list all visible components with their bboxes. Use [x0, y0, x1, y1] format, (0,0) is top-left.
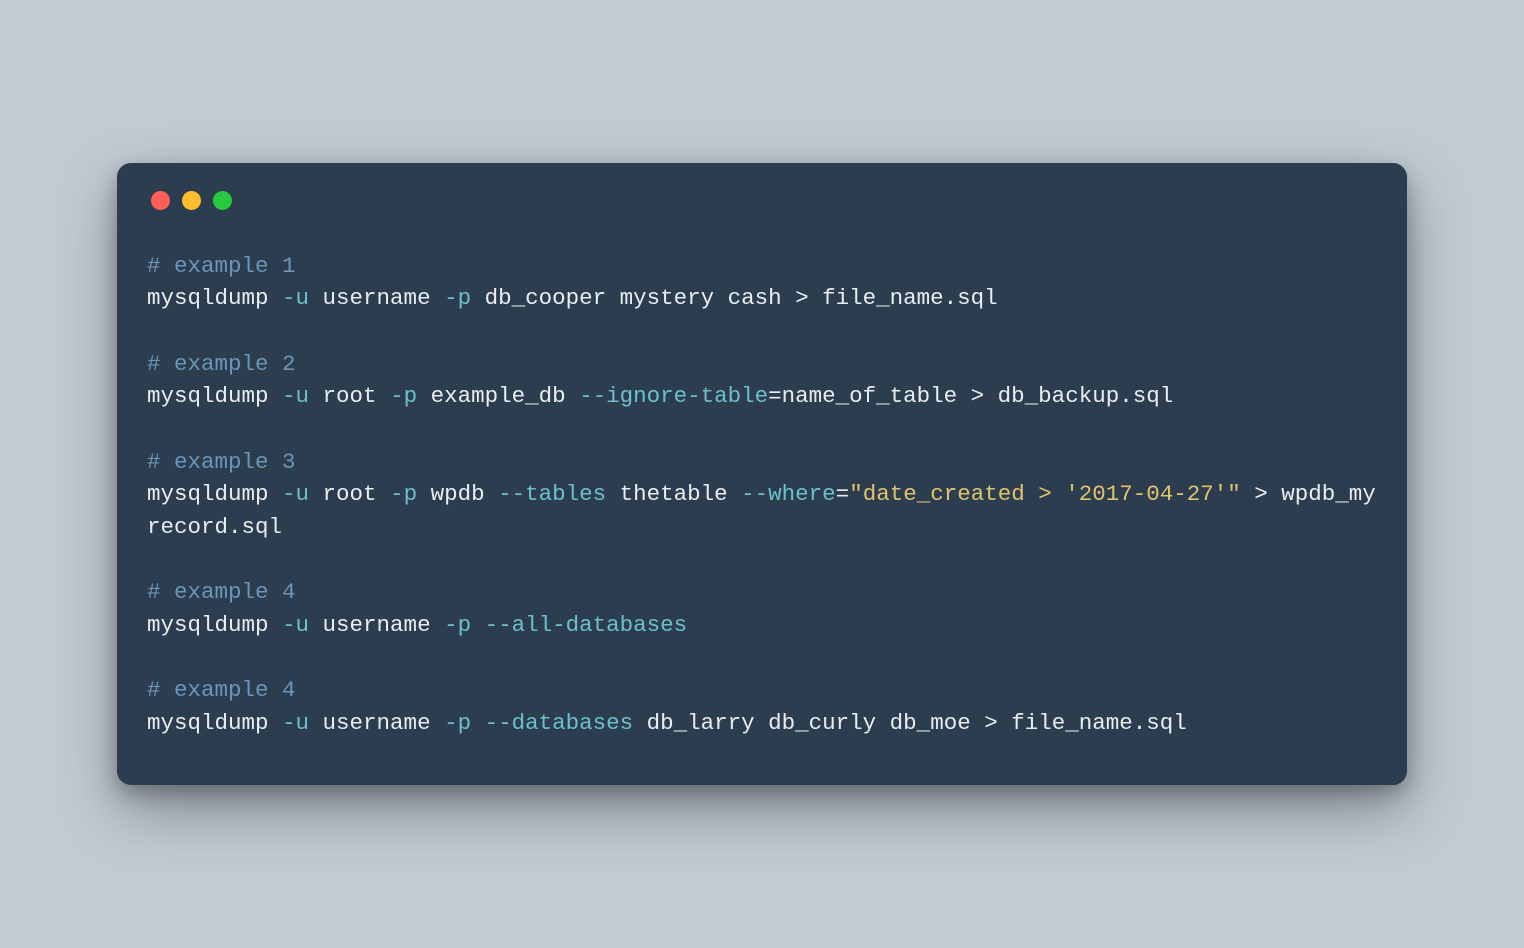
code-line: mysqldump -u root -p wpdb --tables theta… — [147, 478, 1377, 543]
code-line: mysqldump -u username -p --databases db_… — [147, 707, 1377, 740]
code-token: -p — [390, 481, 417, 507]
code-token: -p — [444, 285, 471, 311]
code-token: username — [309, 285, 444, 311]
code-token: --tables — [498, 481, 606, 507]
code-token: username — [309, 710, 444, 736]
code-token: -u — [282, 285, 309, 311]
code-token: =name_of_table > db_backup.sql — [768, 383, 1173, 409]
code-token: -p — [390, 383, 417, 409]
code-line: mysqldump -u username -p db_cooper myste… — [147, 282, 1377, 315]
code-token: --databases — [485, 710, 634, 736]
code-token: mysqldump — [147, 285, 282, 311]
code-token: db_cooper mystery cash > file_name.sql — [471, 285, 998, 311]
code-token — [471, 710, 485, 736]
code-token: -u — [282, 612, 309, 638]
code-token: --all-databases — [485, 612, 688, 638]
terminal-window: # example 1 mysqldump -u username -p db_c… — [117, 163, 1407, 785]
code-line: # example 4 — [147, 674, 1377, 707]
code-token: -u — [282, 710, 309, 736]
code-line — [147, 641, 1377, 674]
code-token: # example 3 — [147, 449, 296, 475]
code-token: example_db — [417, 383, 579, 409]
code-token: mysqldump — [147, 383, 282, 409]
code-line: mysqldump -u root -p example_db --ignore… — [147, 380, 1377, 413]
code-token: # example 1 — [147, 253, 296, 279]
code-token: "date_created > '2017-04-27'" — [849, 481, 1241, 507]
code-token: mysqldump — [147, 481, 282, 507]
code-token: db_larry db_curly db_moe > file_name.sql — [633, 710, 1187, 736]
code-token: --ignore-table — [579, 383, 768, 409]
code-token: root — [309, 481, 390, 507]
code-token: = — [836, 481, 850, 507]
code-line — [147, 315, 1377, 348]
code-line: # example 2 — [147, 348, 1377, 381]
code-token: -p — [444, 710, 471, 736]
code-token: thetable — [606, 481, 741, 507]
window-controls — [151, 191, 1377, 210]
code-line — [147, 413, 1377, 446]
code-line: # example 4 — [147, 576, 1377, 609]
zoom-icon[interactable] — [213, 191, 232, 210]
minimize-icon[interactable] — [182, 191, 201, 210]
code-token: mysqldump — [147, 612, 282, 638]
code-token: # example 2 — [147, 351, 296, 377]
code-token: mysqldump — [147, 710, 282, 736]
code-token: # example 4 — [147, 677, 296, 703]
code-token: wpdb — [417, 481, 498, 507]
code-line — [147, 543, 1377, 576]
code-line: mysqldump -u username -p --all-databases — [147, 609, 1377, 642]
close-icon[interactable] — [151, 191, 170, 210]
code-token: username — [309, 612, 444, 638]
code-line: # example 3 — [147, 446, 1377, 479]
code-token: # example 4 — [147, 579, 296, 605]
code-token: -p — [444, 612, 471, 638]
code-token: root — [309, 383, 390, 409]
code-token — [471, 612, 485, 638]
code-token: --where — [741, 481, 836, 507]
code-line: # example 1 — [147, 250, 1377, 283]
code-block: # example 1 mysqldump -u username -p db_c… — [147, 250, 1377, 739]
code-token: -u — [282, 383, 309, 409]
code-token: -u — [282, 481, 309, 507]
